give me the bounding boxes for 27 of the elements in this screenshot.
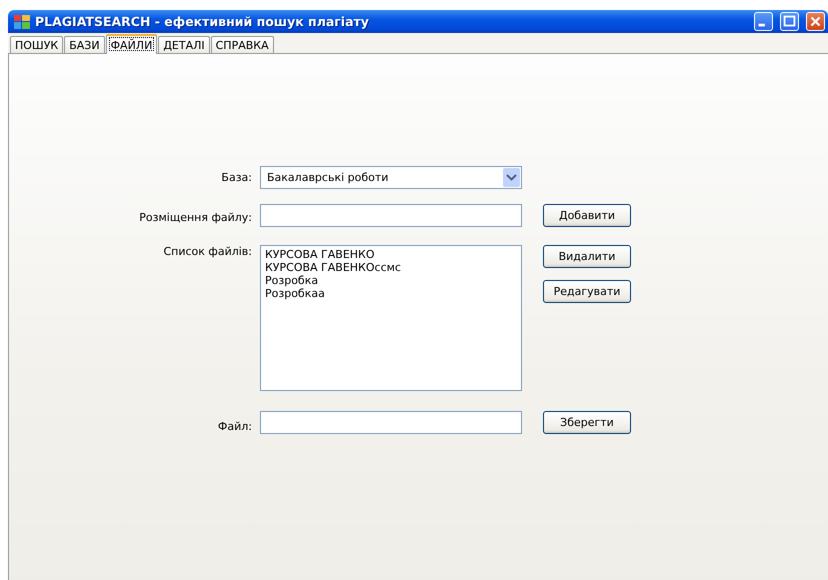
- add-button[interactable]: Добавити: [543, 204, 631, 227]
- app-icon: [14, 14, 30, 28]
- file-list[interactable]: КУРСОВА ГАВЕНКО КУРСОВА ГАВЕНКОccмc Розробка Розробкаа: [260, 245, 522, 391]
- list-item[interactable]: Розробка: [265, 274, 517, 287]
- base-dropdown[interactable]: Бакалаврські роботи: [260, 166, 522, 189]
- location-input-field[interactable]: [260, 204, 522, 227]
- maximize-icon[interactable]: [780, 12, 799, 31]
- delete-button[interactable]: Видалити: [543, 245, 631, 268]
- minimize-icon[interactable]: [754, 12, 773, 31]
- field-label: Розміщення файлу:: [138, 210, 253, 226]
- tab[interactable]: СПРАВКА: [210, 36, 274, 53]
- field-label: Список файлів:: [162, 245, 253, 260]
- list-item[interactable]: Розробкаа: [265, 287, 517, 300]
- tab[interactable]: ПОШУК: [10, 36, 64, 53]
- edit-button[interactable]: Редагувати: [543, 280, 631, 303]
- tab[interactable]: ДЕТАЛІ: [158, 36, 210, 53]
- tab[interactable]: ФАЙЛИ: [106, 34, 158, 54]
- save-button[interactable]: Зберегти: [543, 411, 631, 434]
- field-label: База:: [220, 170, 253, 186]
- list-item[interactable]: КУРСОВА ГАВЕНКОccмc: [265, 261, 517, 274]
- file-input-field[interactable]: [260, 411, 522, 434]
- window-title: PLAGIATSEARCH - ефективний пошук плагіату: [35, 14, 370, 29]
- list-item[interactable]: КУРСОВА ГАВЕНКО: [265, 248, 517, 261]
- close-icon[interactable]: [806, 12, 825, 31]
- field-label: Файл:: [216, 419, 253, 434]
- tab[interactable]: БАЗИ: [64, 36, 105, 53]
- dropdown-value: Бакалаврські роботи: [267, 171, 390, 184]
